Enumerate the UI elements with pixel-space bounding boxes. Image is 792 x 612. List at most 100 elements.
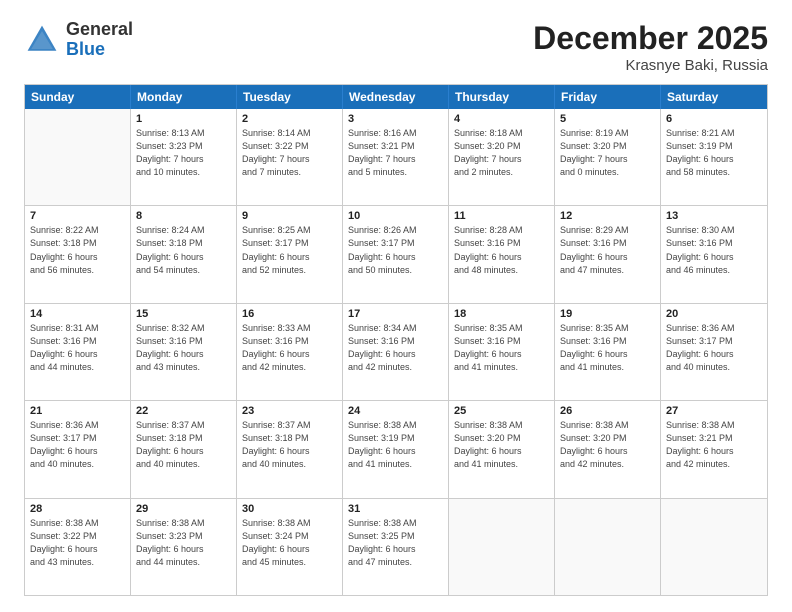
cell-info: Sunrise: 8:35 AMSunset: 3:16 PMDaylight:…	[454, 322, 549, 374]
cal-cell	[555, 499, 661, 595]
cell-info: Sunrise: 8:36 AMSunset: 3:17 PMDaylight:…	[666, 322, 762, 374]
cal-header-day: Wednesday	[343, 85, 449, 109]
cal-week: 14 Sunrise: 8:31 AMSunset: 3:16 PMDayligh…	[25, 304, 767, 401]
cell-info: Sunrise: 8:28 AMSunset: 3:16 PMDaylight:…	[454, 224, 549, 276]
cal-cell: 6Sunrise: 8:21 AMSunset: 3:19 PMDaylight…	[661, 109, 767, 205]
day-number: 20	[666, 308, 762, 320]
cal-cell: 5 Sunrise: 8:19 AMSunset: 3:20 PMDaylight…	[555, 109, 661, 205]
cal-cell: 19Sunrise: 8:35 AMSunset: 3:16 PMDayligh…	[555, 304, 661, 400]
day-number: 8	[136, 210, 231, 222]
month-title: December 2025	[533, 20, 768, 57]
logo: General Blue	[24, 20, 133, 60]
day-number: 17	[348, 308, 443, 320]
cal-cell: 17 Sunrise: 8:34 AMSunset: 3:16 PMDayligh…	[343, 304, 449, 400]
logo-general: General	[66, 19, 133, 39]
cal-header-day: Friday	[555, 85, 661, 109]
day-number: 9	[242, 210, 337, 222]
cal-cell: 9 Sunrise: 8:25 AMSunset: 3:17 PMDaylight…	[237, 206, 343, 302]
generalblue-logo-icon	[24, 22, 60, 58]
day-number: 13	[666, 210, 762, 222]
cell-info: Sunrise: 8:35 AMSunset: 3:16 PMDaylight:…	[560, 322, 655, 374]
cal-header-day: Monday	[131, 85, 237, 109]
day-number: 15	[136, 308, 231, 320]
cal-cell	[661, 499, 767, 595]
day-number: 11	[454, 210, 549, 222]
cal-cell: 26Sunrise: 8:38 AMSunset: 3:20 PMDayligh…	[555, 401, 661, 497]
day-number: 31	[348, 503, 443, 515]
cal-week: 1 Sunrise: 8:13 AMSunset: 3:23 PMDaylight…	[25, 109, 767, 206]
cal-header-day: Saturday	[661, 85, 767, 109]
day-number: 10	[348, 210, 443, 222]
cal-cell: 25Sunrise: 8:38 AMSunset: 3:20 PMDayligh…	[449, 401, 555, 497]
cal-cell: 20 Sunrise: 8:36 AMSunset: 3:17 PMDayligh…	[661, 304, 767, 400]
cell-info: Sunrise: 8:32 AMSunset: 3:16 PMDaylight:…	[136, 322, 231, 374]
cell-info: Sunrise: 8:38 AMSunset: 3:25 PMDaylight:…	[348, 517, 443, 569]
day-number: 6	[666, 113, 762, 125]
cell-info: Sunrise: 8:31 AMSunset: 3:16 PMDaylight:…	[30, 322, 125, 374]
cal-cell: 13Sunrise: 8:30 AMSunset: 3:16 PMDayligh…	[661, 206, 767, 302]
day-number: 5	[560, 113, 655, 125]
day-number: 3	[348, 113, 443, 125]
day-number: 23	[242, 405, 337, 417]
cell-info: Sunrise: 8:37 AMSunset: 3:18 PMDaylight:…	[242, 419, 337, 471]
day-number: 28	[30, 503, 125, 515]
cell-info: Sunrise: 8:38 AMSunset: 3:21 PMDaylight:…	[666, 419, 762, 471]
day-number: 16	[242, 308, 337, 320]
cal-week: 21Sunrise: 8:36 AMSunset: 3:17 PMDayligh…	[25, 401, 767, 498]
cal-cell: 29 Sunrise: 8:38 AMSunset: 3:23 PMDayligh…	[131, 499, 237, 595]
day-number: 30	[242, 503, 337, 515]
cal-cell	[449, 499, 555, 595]
cal-cell: 8 Sunrise: 8:24 AMSunset: 3:18 PMDaylight…	[131, 206, 237, 302]
cell-info: Sunrise: 8:33 AMSunset: 3:16 PMDaylight:…	[242, 322, 337, 374]
title-area: December 2025 Krasnye Baki, Russia	[533, 20, 768, 74]
cell-info: Sunrise: 8:38 AMSunset: 3:23 PMDaylight:…	[136, 517, 231, 569]
cell-info: Sunrise: 8:38 AMSunset: 3:22 PMDaylight:…	[30, 517, 125, 569]
cal-cell	[25, 109, 131, 205]
day-number: 24	[348, 405, 443, 417]
cal-cell: 21Sunrise: 8:36 AMSunset: 3:17 PMDayligh…	[25, 401, 131, 497]
cal-cell: 16 Sunrise: 8:33 AMSunset: 3:16 PMDayligh…	[237, 304, 343, 400]
cell-info: Sunrise: 8:19 AMSunset: 3:20 PMDaylight:…	[560, 127, 655, 179]
cell-info: Sunrise: 8:22 AMSunset: 3:18 PMDaylight:…	[30, 224, 125, 276]
cal-header-day: Sunday	[25, 85, 131, 109]
cal-cell: 2Sunrise: 8:14 AMSunset: 3:22 PMDaylight…	[237, 109, 343, 205]
cell-info: Sunrise: 8:25 AMSunset: 3:17 PMDaylight:…	[242, 224, 337, 276]
cal-cell: 30 Sunrise: 8:38 AMSunset: 3:24 PMDayligh…	[237, 499, 343, 595]
cal-cell: 27 Sunrise: 8:38 AMSunset: 3:21 PMDayligh…	[661, 401, 767, 497]
cal-cell: 4Sunrise: 8:18 AMSunset: 3:20 PMDaylight…	[449, 109, 555, 205]
calendar: SundayMondayTuesdayWednesdayThursdayFrid…	[24, 84, 768, 596]
day-number: 12	[560, 210, 655, 222]
cell-info: Sunrise: 8:26 AMSunset: 3:17 PMDaylight:…	[348, 224, 443, 276]
cell-info: Sunrise: 8:38 AMSunset: 3:24 PMDaylight:…	[242, 517, 337, 569]
cell-info: Sunrise: 8:38 AMSunset: 3:19 PMDaylight:…	[348, 419, 443, 471]
cal-cell: 15 Sunrise: 8:32 AMSunset: 3:16 PMDayligh…	[131, 304, 237, 400]
cal-cell: 12Sunrise: 8:29 AMSunset: 3:16 PMDayligh…	[555, 206, 661, 302]
cell-info: Sunrise: 8:16 AMSunset: 3:21 PMDaylight:…	[348, 127, 443, 179]
day-number: 18	[454, 308, 549, 320]
day-number: 29	[136, 503, 231, 515]
cal-cell: 7 Sunrise: 8:22 AMSunset: 3:18 PMDaylight…	[25, 206, 131, 302]
header: General Blue December 2025 Krasnye Baki,…	[24, 20, 768, 74]
cal-cell: 24 Sunrise: 8:38 AMSunset: 3:19 PMDayligh…	[343, 401, 449, 497]
cal-week: 28 Sunrise: 8:38 AMSunset: 3:22 PMDayligh…	[25, 499, 767, 595]
day-number: 14	[30, 308, 125, 320]
day-number: 2	[242, 113, 337, 125]
cal-cell: 1 Sunrise: 8:13 AMSunset: 3:23 PMDaylight…	[131, 109, 237, 205]
logo-blue: Blue	[66, 39, 105, 59]
cal-cell: 28 Sunrise: 8:38 AMSunset: 3:22 PMDayligh…	[25, 499, 131, 595]
cell-info: Sunrise: 8:24 AMSunset: 3:18 PMDaylight:…	[136, 224, 231, 276]
calendar-body: 1 Sunrise: 8:13 AMSunset: 3:23 PMDaylight…	[25, 109, 767, 595]
day-number: 27	[666, 405, 762, 417]
cell-info: Sunrise: 8:38 AMSunset: 3:20 PMDaylight:…	[454, 419, 549, 471]
cell-info: Sunrise: 8:13 AMSunset: 3:23 PMDaylight:…	[136, 127, 231, 179]
cell-info: Sunrise: 8:34 AMSunset: 3:16 PMDaylight:…	[348, 322, 443, 374]
cal-cell: 14 Sunrise: 8:31 AMSunset: 3:16 PMDayligh…	[25, 304, 131, 400]
day-number: 4	[454, 113, 549, 125]
cal-week: 7 Sunrise: 8:22 AMSunset: 3:18 PMDaylight…	[25, 206, 767, 303]
location: Krasnye Baki, Russia	[533, 57, 768, 74]
day-number: 7	[30, 210, 125, 222]
day-number: 1	[136, 113, 231, 125]
cal-cell: 10 Sunrise: 8:26 AMSunset: 3:17 PMDayligh…	[343, 206, 449, 302]
cal-cell: 23 Sunrise: 8:37 AMSunset: 3:18 PMDayligh…	[237, 401, 343, 497]
cell-info: Sunrise: 8:38 AMSunset: 3:20 PMDaylight:…	[560, 419, 655, 471]
